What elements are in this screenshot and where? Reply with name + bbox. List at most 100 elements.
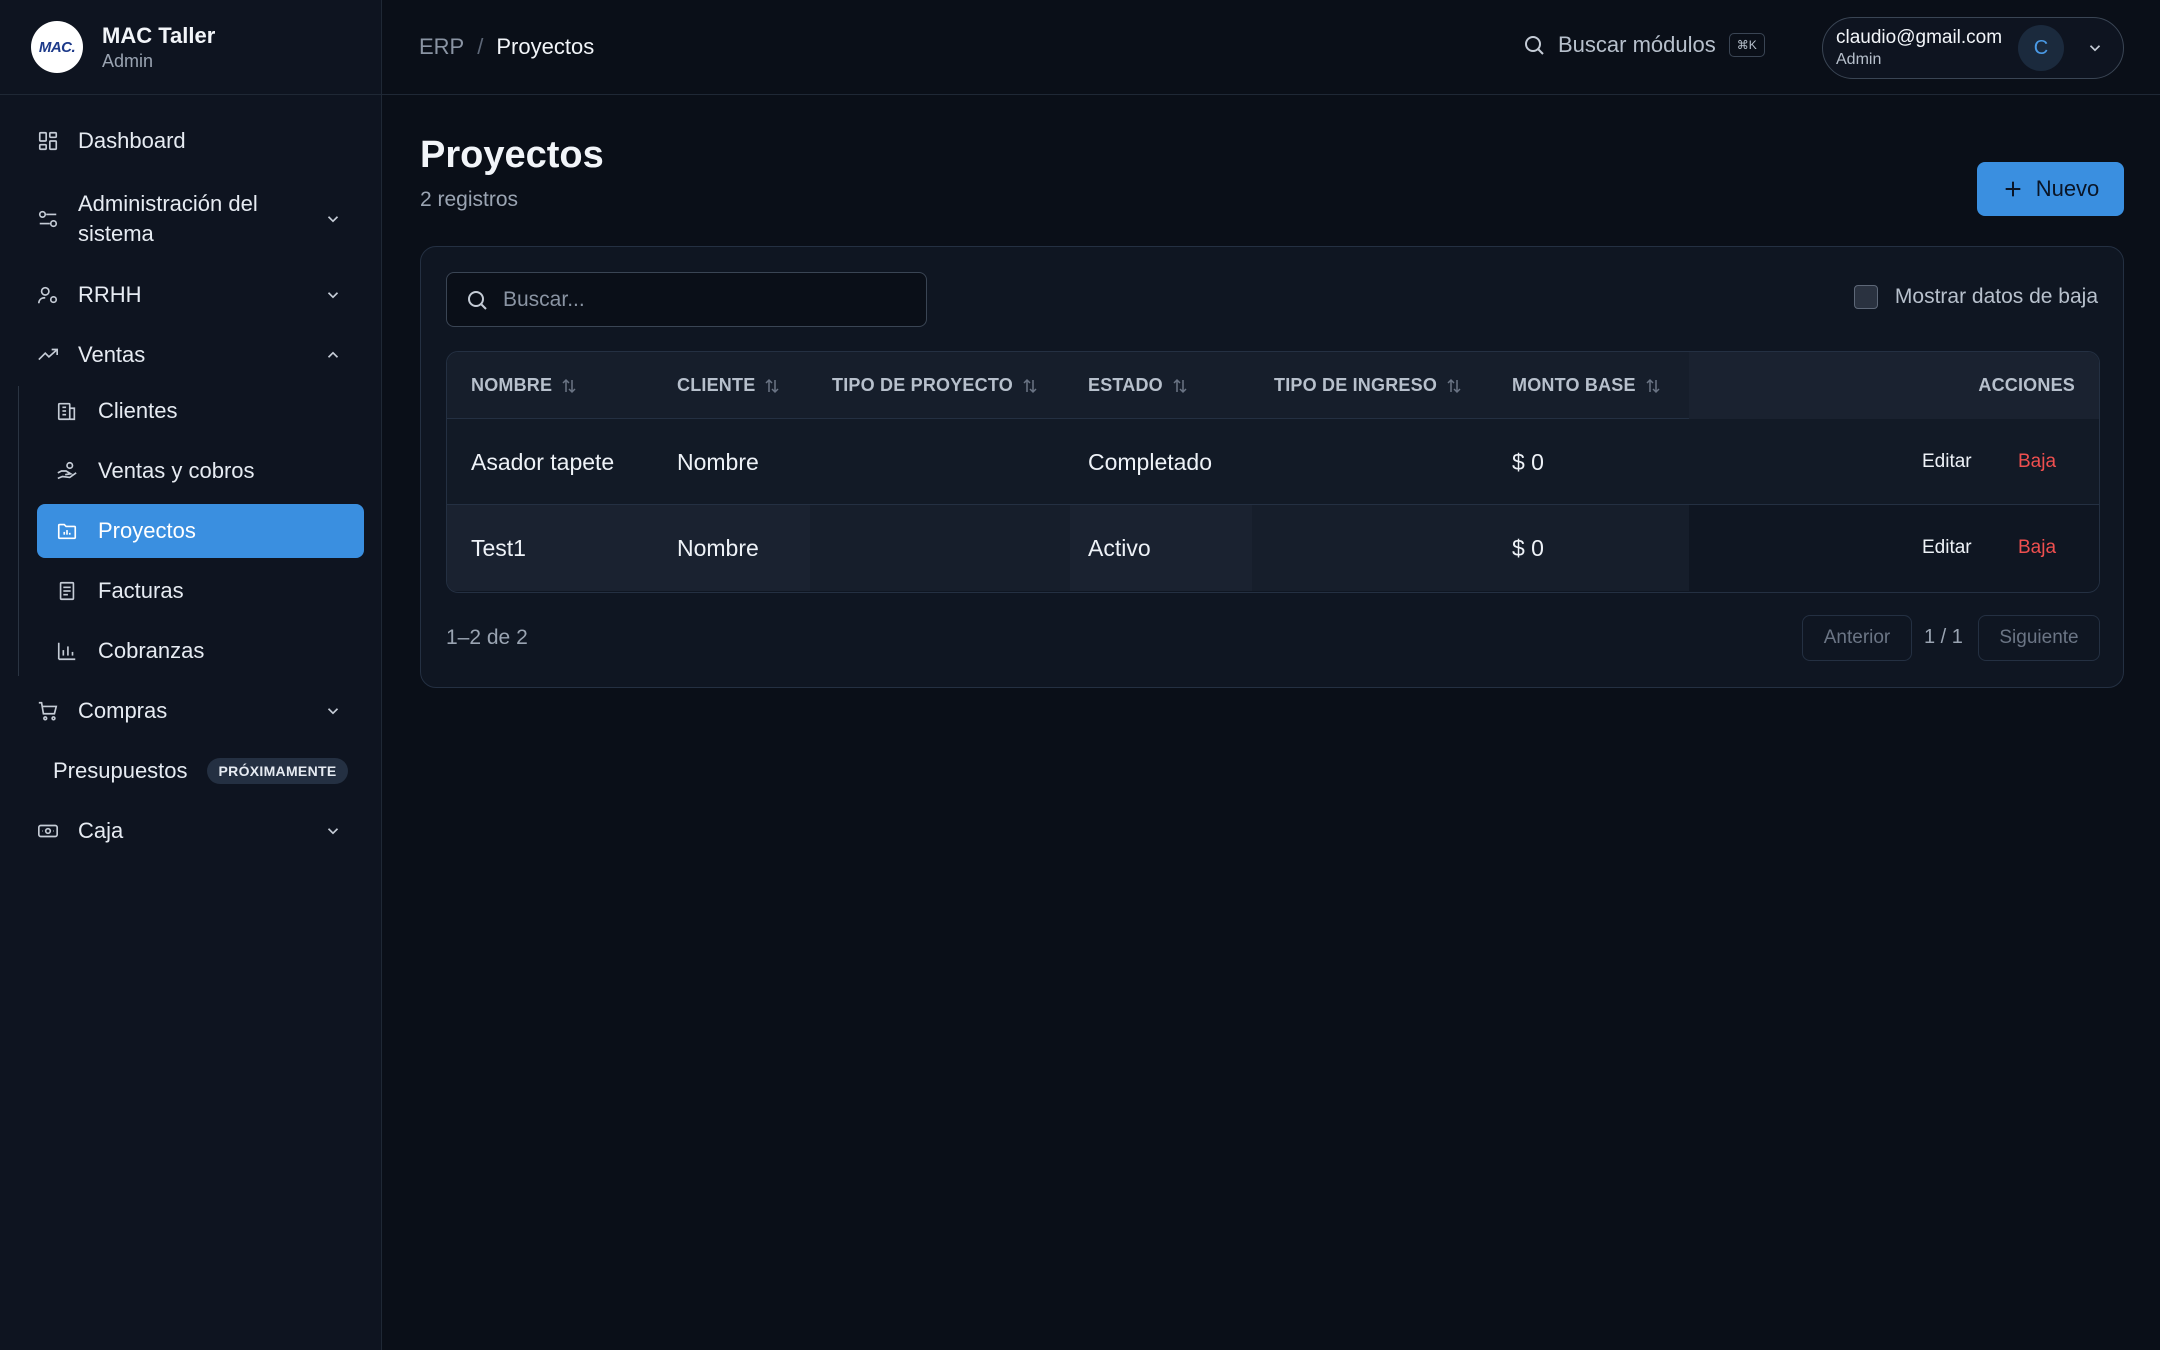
column-label: CLIENTE [677, 375, 756, 395]
sidebar-item-label: Compras [78, 698, 168, 723]
sidebar-item-proyectos[interactable]: Proyectos [37, 504, 364, 558]
chevron-down-icon[interactable] [324, 210, 342, 228]
cell-cliente: Nombre [677, 534, 759, 561]
folder-chart-icon [56, 520, 78, 542]
cell-estado: Activo [1088, 534, 1151, 561]
column-label: TIPO DE PROYECTO [832, 375, 1013, 395]
sidebar-item-clientes[interactable]: Clientes [37, 384, 364, 438]
column-header-cliente[interactable]: CLIENTE [677, 352, 781, 419]
sidebar-item-label: Presupuestos [53, 758, 188, 783]
search-field[interactable] [446, 272, 927, 327]
sidebar-item-label: Cobranzas [98, 638, 205, 663]
sort-icon [1171, 377, 1189, 395]
brand-logo: MAC. [31, 21, 83, 73]
projects-table: NOMBRE CLIENTE TIPO DE PROYECTO ESTADO T… [446, 351, 2100, 593]
breadcrumb-separator: / [477, 34, 484, 59]
chevron-down-icon[interactable] [324, 286, 342, 304]
chevron-down-icon[interactable] [324, 702, 342, 720]
dashboard-icon [37, 130, 59, 152]
show-inactive-checkbox[interactable] [1853, 285, 1878, 309]
prev-page-button[interactable]: Anterior [1802, 615, 1912, 661]
submenu-guide-line [18, 386, 19, 676]
sidebar-item-cobranzas[interactable]: Cobranzas [37, 624, 364, 678]
column-header-nombre[interactable]: NOMBRE [471, 352, 578, 419]
search-icon [1522, 33, 1546, 57]
column-label: TIPO DE INGRESO [1274, 375, 1438, 395]
column-label: MONTO BASE [1512, 375, 1636, 395]
sidebar-item-label: Dashboard [78, 128, 186, 153]
sidebar-item-rrhh[interactable]: RRHH [37, 265, 364, 325]
cart-icon [37, 700, 59, 722]
page-indicator: 1 / 1 [1924, 626, 1963, 648]
trending-up-icon [37, 344, 59, 366]
sidebar-item-label: Administración del sistema [78, 191, 258, 246]
pagination-range: 1–2 de 2 [446, 626, 528, 649]
projects-card: Mostrar datos de baja NOMBRE CLIENTE TIP… [420, 246, 2124, 688]
sort-icon [1644, 377, 1662, 395]
chevron-up-icon[interactable] [324, 346, 342, 364]
column-label: NOMBRE [471, 375, 553, 395]
sidebar-item-compras[interactable]: Compras [37, 681, 364, 741]
column-header-tipo-proyecto[interactable]: TIPO DE PROYECTO [832, 352, 1039, 419]
column-header-acciones: ACCIONES [1978, 352, 2075, 419]
edit-button[interactable]: Editar [1922, 419, 1972, 505]
new-button[interactable]: Nuevo [1977, 162, 2124, 216]
sidebar-item-ventas[interactable]: Ventas [37, 325, 364, 385]
new-button-label: Nuevo [2035, 176, 2100, 201]
avatar: C [2018, 25, 2064, 71]
column-header-tipo-ingreso[interactable]: TIPO DE INGRESO [1274, 352, 1463, 419]
sidebar-item-label: Ventas [78, 342, 146, 367]
module-search-label: Buscar módulos [1558, 32, 1716, 57]
sidebar: MAC. MAC Taller Admin Dashboard Administ… [0, 0, 382, 1350]
column-header-estado[interactable]: ESTADO [1088, 352, 1189, 419]
plus-icon [2002, 178, 2024, 200]
record-count: 2 registros [420, 188, 519, 211]
breadcrumb-current: Proyectos [496, 34, 595, 59]
brand-name: MAC Taller [102, 23, 216, 48]
module-search-trigger[interactable]: Buscar módulos ⌘K [1522, 32, 1765, 58]
sidebar-item-label: RRHH [78, 282, 142, 307]
cell-estado: Completado [1088, 448, 1213, 475]
show-inactive-toggle[interactable]: Mostrar datos de baja [1853, 285, 2098, 309]
sidebar-item-facturas[interactable]: Facturas [37, 564, 364, 618]
search-icon [465, 288, 489, 312]
sidebar-item-dashboard[interactable]: Dashboard [37, 111, 364, 171]
user-role: Admin [1836, 51, 1882, 68]
sliders-icon [37, 208, 59, 230]
cell-monto-base: $ 0 [1512, 534, 1544, 561]
sidebar-item-label: Proyectos [98, 518, 196, 543]
table-row[interactable]: Asador tapete Nombre Completado $ 0 Edit… [447, 419, 2099, 505]
brand[interactable]: MAC. MAC Taller Admin [0, 0, 381, 95]
shortcut-hint: ⌘K [1728, 33, 1765, 57]
row-shade [1252, 505, 1689, 591]
topbar: ERP / Proyectos Buscar módulos ⌘K claudi… [382, 0, 2160, 95]
search-input[interactable] [503, 287, 903, 312]
receipt-icon [56, 580, 78, 602]
hand-coins-icon [56, 460, 78, 482]
sort-icon [763, 377, 781, 395]
next-page-button[interactable]: Siguiente [1978, 615, 2100, 661]
user-gear-icon [37, 284, 59, 306]
sidebar-item-caja[interactable]: Caja [37, 801, 364, 861]
table-header: NOMBRE CLIENTE TIPO DE PROYECTO ESTADO T… [447, 352, 2099, 419]
column-label: ESTADO [1088, 375, 1163, 395]
sort-icon [1445, 377, 1463, 395]
building-icon [56, 400, 78, 422]
sidebar-item-label: Ventas y cobros [98, 458, 255, 483]
deactivate-button[interactable]: Baja [2018, 419, 2056, 505]
cash-icon [37, 820, 59, 842]
row-shade [810, 505, 1070, 591]
sidebar-item-ventas-y-cobros[interactable]: Ventas y cobros [37, 444, 364, 498]
user-menu[interactable]: claudio@gmail.com Admin C [1822, 17, 2124, 79]
table-row[interactable]: Test1 Nombre Activo $ 0 Editar Baja [447, 505, 2099, 591]
sidebar-item-administracion[interactable]: Administración del sistema [37, 183, 364, 255]
edit-button[interactable]: Editar [1922, 505, 1972, 591]
chevron-down-icon[interactable] [324, 822, 342, 840]
sort-icon [560, 377, 578, 395]
deactivate-button[interactable]: Baja [2018, 505, 2056, 591]
column-header-monto-base[interactable]: MONTO BASE [1512, 352, 1662, 419]
sidebar-item-label: Caja [78, 818, 124, 843]
sort-icon [1021, 377, 1039, 395]
breadcrumb-root[interactable]: ERP [419, 34, 464, 60]
user-email: claudio@gmail.com [1836, 27, 2003, 48]
